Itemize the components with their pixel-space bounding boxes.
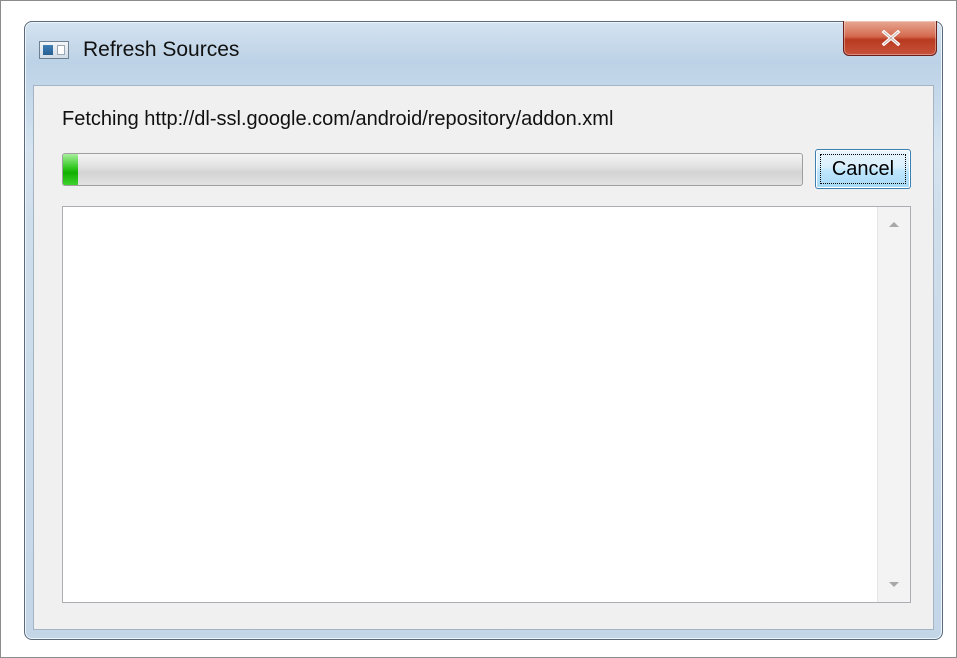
refresh-sources-dialog: Refresh Sources Fetching http://dl-ssl.g… <box>24 21 943 640</box>
dialog-content: Fetching http://dl-ssl.google.com/androi… <box>33 85 934 630</box>
close-button[interactable] <box>843 21 937 56</box>
cancel-button-label: Cancel <box>831 158 895 180</box>
scroll-down-arrow-icon[interactable] <box>878 568 910 602</box>
log-output-area[interactable] <box>62 206 911 603</box>
window-title: Refresh Sources <box>83 38 240 61</box>
scroll-up-arrow-icon[interactable] <box>878 207 910 241</box>
vertical-scrollbar[interactable] <box>877 207 910 602</box>
title-bar[interactable]: Refresh Sources <box>25 21 942 82</box>
window-app-icon <box>39 41 69 59</box>
cancel-button[interactable]: Cancel <box>815 149 911 189</box>
progress-fill <box>63 154 78 185</box>
progress-bar <box>62 153 803 186</box>
close-x-icon <box>881 30 901 46</box>
fetch-status-text: Fetching http://dl-ssl.google.com/androi… <box>62 108 614 130</box>
